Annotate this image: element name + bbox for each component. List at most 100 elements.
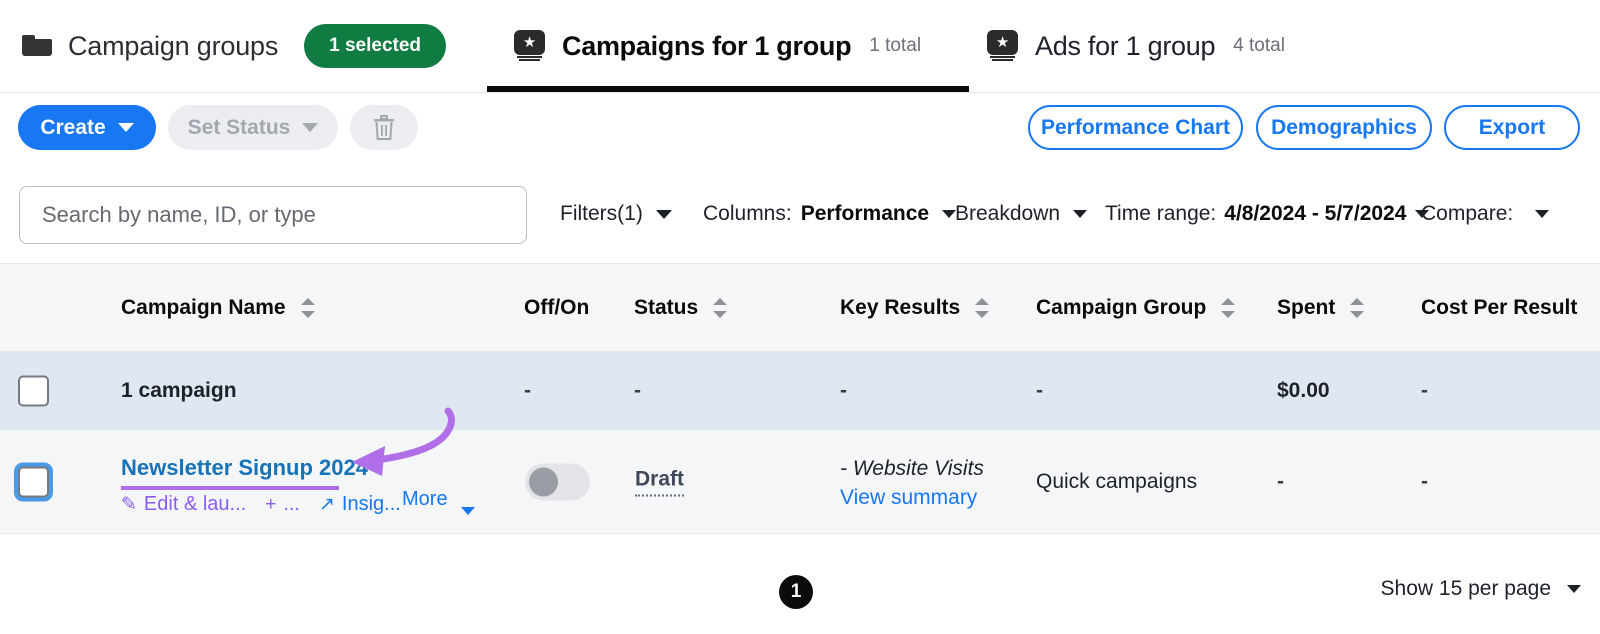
- cost-per-result-value: -: [1421, 470, 1428, 494]
- set-status-button[interactable]: Set Status: [168, 105, 338, 150]
- edit-and-launch-link[interactable]: ✎ Edit & lau...: [121, 493, 246, 516]
- column-header-label: Campaign Group: [1036, 296, 1206, 320]
- columns-value: Performance: [801, 202, 929, 226]
- tab-campaigns-count: 1 total: [869, 35, 921, 57]
- compare-dropdown[interactable]: Compare:: [1421, 202, 1549, 226]
- time-range-value: 4/8/2024 - 5/7/2024: [1224, 202, 1406, 226]
- pencil-icon: ✎: [121, 493, 137, 516]
- campaign-name-link[interactable]: Newsletter Signup 2024: [121, 455, 368, 481]
- demographics-label: Demographics: [1271, 116, 1417, 140]
- summary-campaign-group: -: [1036, 379, 1043, 403]
- performance-chart-label: Performance Chart: [1041, 116, 1230, 140]
- table-summary-row: 1 campaign - - - - $0.00 -: [0, 352, 1600, 430]
- row-select-checkbox[interactable]: [18, 466, 49, 497]
- off-on-toggle[interactable]: [525, 463, 590, 500]
- column-header-cost-per-result: Cost Per Result: [1421, 296, 1577, 320]
- column-header-key-results[interactable]: Key Results: [840, 296, 991, 320]
- add-link[interactable]: + ...: [265, 493, 300, 516]
- add-label: ...: [283, 493, 300, 516]
- performance-chart-button[interactable]: Performance Chart: [1028, 105, 1243, 150]
- chevron-down-icon: [1073, 210, 1087, 218]
- column-header-label: Cost Per Result: [1421, 296, 1577, 320]
- selected-count-badge: 1 selected: [304, 24, 446, 68]
- column-header-label: Spent: [1277, 296, 1335, 320]
- column-header-label: Off/On: [524, 296, 589, 320]
- spent-value: -: [1277, 470, 1284, 494]
- annotation-underline: [121, 486, 339, 490]
- chevron-down-icon[interactable]: [461, 507, 475, 515]
- tab-ads-count: 4 total: [1233, 35, 1285, 57]
- time-range-label: Time range:: [1105, 202, 1216, 226]
- set-status-button-label: Set Status: [188, 116, 291, 140]
- column-header-label: Campaign Name: [121, 296, 286, 320]
- insights-link[interactable]: ↗ Insig...: [319, 493, 401, 516]
- summary-key-results: -: [840, 379, 847, 403]
- sort-icon[interactable]: [299, 297, 317, 319]
- summary-status: -: [634, 379, 641, 403]
- create-button-label: Create: [40, 116, 105, 140]
- export-label: Export: [1479, 116, 1546, 140]
- tab-campaigns-label: Campaigns for 1 group: [562, 31, 851, 62]
- top-tab-bar: Campaign groups 1 selected ★ Campaigns f…: [0, 0, 1600, 93]
- select-all-checkbox[interactable]: [18, 376, 49, 407]
- column-header-campaign-name[interactable]: Campaign Name: [121, 296, 317, 320]
- delete-button[interactable]: [350, 105, 418, 150]
- row-action-links: ✎ Edit & lau... + ... ↗ Insig...: [121, 493, 401, 516]
- sort-icon[interactable]: [1219, 297, 1237, 319]
- tab-campaigns[interactable]: ★ Campaigns for 1 group 1 total: [514, 0, 921, 93]
- sort-icon[interactable]: [711, 297, 729, 319]
- insights-label: Insig...: [342, 493, 401, 516]
- sort-icon[interactable]: [973, 297, 991, 319]
- view-summary-link[interactable]: View summary: [840, 486, 977, 510]
- toggle-knob: [529, 467, 558, 496]
- chevron-down-icon: [1535, 210, 1549, 218]
- filters-label: Filters(1): [560, 202, 643, 226]
- chevron-down-icon: [302, 123, 318, 132]
- key-results-value: - Website Visits: [840, 457, 984, 481]
- column-header-off-on: Off/On: [524, 296, 589, 320]
- star-card-icon: ★: [987, 30, 1018, 62]
- time-range-dropdown[interactable]: Time range: 4/8/2024 - 5/7/2024: [1105, 202, 1429, 226]
- summary-cost-per-result: -: [1421, 379, 1428, 403]
- compare-label: Compare:: [1421, 202, 1513, 226]
- tab-ads[interactable]: ★ Ads for 1 group 4 total: [987, 0, 1285, 93]
- folder-icon: [22, 34, 52, 58]
- breakdown-label: Breakdown: [955, 202, 1060, 226]
- search-placeholder: Search by name, ID, or type: [42, 202, 316, 228]
- sort-icon[interactable]: [1348, 297, 1366, 319]
- column-header-spent[interactable]: Spent: [1277, 296, 1366, 320]
- trending-up-icon: ↗: [319, 493, 335, 516]
- columns-label: Columns:: [703, 202, 792, 226]
- demographics-button[interactable]: Demographics: [1256, 105, 1432, 150]
- plus-icon: +: [265, 494, 276, 516]
- star-card-icon: ★: [514, 30, 545, 62]
- summary-off-on: -: [524, 379, 531, 403]
- active-tab-indicator: [487, 86, 969, 92]
- tab-campaign-groups-label: Campaign groups: [68, 31, 278, 62]
- chevron-down-icon: [656, 210, 672, 219]
- chevron-down-icon: [118, 123, 134, 132]
- table-footer: 1 Show 15 per page: [0, 553, 1600, 634]
- chevron-down-icon: [942, 210, 956, 218]
- pagination-page-1[interactable]: 1: [779, 575, 813, 609]
- summary-campaign-name: 1 campaign: [121, 379, 237, 403]
- column-header-label: Status: [634, 296, 698, 320]
- filter-row: Search by name, ID, or type Filters(1) C…: [0, 166, 1600, 263]
- status-badge[interactable]: Draft: [635, 467, 684, 496]
- column-header-status[interactable]: Status: [634, 296, 729, 320]
- campaigns-table: Campaign Name Off/On Status Key Results …: [0, 263, 1600, 534]
- columns-dropdown[interactable]: Columns: Performance: [703, 202, 956, 226]
- filters-dropdown[interactable]: Filters(1): [560, 202, 672, 226]
- action-toolbar: Create Set Status Performance Chart Demo…: [0, 93, 1600, 166]
- export-button[interactable]: Export: [1444, 105, 1580, 150]
- column-header-campaign-group[interactable]: Campaign Group: [1036, 296, 1237, 320]
- chevron-down-icon: [1567, 585, 1581, 593]
- breakdown-dropdown[interactable]: Breakdown: [955, 202, 1087, 226]
- create-button[interactable]: Create: [18, 105, 156, 150]
- trash-icon: [373, 115, 395, 141]
- campaign-manager-page: Campaign groups 1 selected ★ Campaigns f…: [0, 0, 1600, 634]
- search-input[interactable]: Search by name, ID, or type: [19, 186, 527, 244]
- per-page-dropdown[interactable]: Show 15 per page: [1381, 577, 1581, 601]
- more-actions-link[interactable]: More: [402, 488, 448, 511]
- tab-campaign-groups[interactable]: Campaign groups 1 selected: [22, 0, 446, 93]
